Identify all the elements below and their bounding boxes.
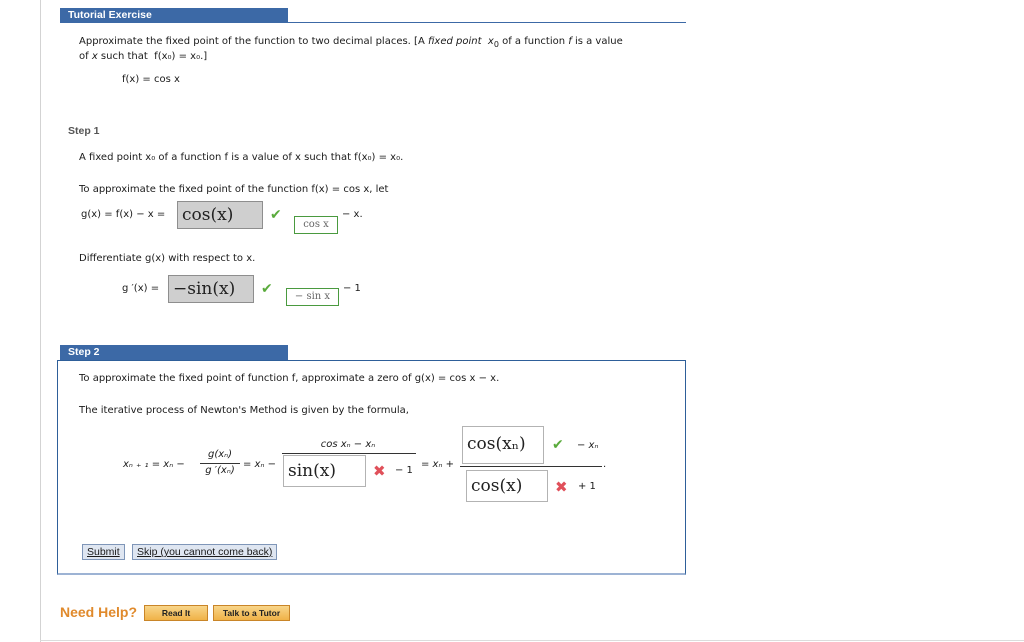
newton-method-text: The iterative process of Newton's Method…	[79, 405, 409, 416]
fixed-point-term: fixed point	[427, 36, 482, 47]
formula-lhs: xₙ ₊ ₁ = xₙ −	[123, 459, 185, 470]
g-correct-answer: cos x	[294, 216, 338, 234]
read-it-button[interactable]: Read It	[144, 605, 208, 621]
page-left-border	[40, 0, 41, 642]
submit-button[interactable]: Submit	[82, 544, 125, 560]
denominator-suffix: − 1	[395, 465, 413, 476]
formula-eq3: = xₙ +	[421, 459, 455, 470]
step2-header: Step 2	[60, 345, 288, 360]
gprime-correct-answer: − sin x	[286, 288, 339, 306]
prompt-text: of	[79, 51, 92, 62]
step1-definition: A fixed point x₀ of a function f is a va…	[79, 152, 404, 163]
frac1-denominator: g ′(xₙ)	[205, 465, 235, 476]
problem-statement-line2: of x such that f(x₀) = x₀.]	[79, 50, 207, 64]
talk-to-tutor-button[interactable]: Talk to a Tutor	[213, 605, 290, 621]
skip-button[interactable]: Skip (you cannot come back)	[132, 544, 278, 560]
header-divider	[60, 22, 686, 23]
frac2-numerator: cos xₙ − xₙ	[320, 439, 376, 450]
correct-check-icon: ✔	[261, 281, 273, 297]
prompt-text: is a value	[571, 36, 623, 47]
frac1-numerator: g(xₙ)	[207, 449, 233, 460]
tutorial-exercise-header: Tutorial Exercise	[60, 8, 288, 23]
gprime-answer-field[interactable]: −sin(x)	[168, 275, 254, 303]
step1-approx-text: To approximate the fixed point of the fu…	[79, 184, 389, 195]
numerator-answer-field[interactable]: cos(xₙ)	[462, 426, 544, 464]
need-help-label: Need Help?	[60, 604, 138, 620]
g-definition-suffix: − x.	[342, 209, 363, 220]
g-answer-field[interactable]: cos(x)	[177, 201, 263, 229]
denominator2-suffix: + 1	[578, 481, 596, 492]
page-bottom-border	[40, 640, 1024, 641]
g-definition-prefix: g(x) = f(x) − x =	[81, 209, 166, 220]
gprime-suffix: − 1	[343, 283, 361, 294]
prompt-text: Approximate the fixed point of the funct…	[79, 36, 428, 47]
correct-check-icon: ✔	[270, 207, 282, 223]
differentiate-text: Differentiate g(x) with respect to x.	[79, 253, 256, 264]
formula-period: .	[603, 459, 607, 470]
formula-eq2: = xₙ −	[243, 459, 277, 470]
incorrect-cross-icon: ✖	[373, 462, 386, 480]
frac3-bar	[460, 466, 602, 467]
step2-intro: To approximate the fixed point of functi…	[79, 373, 500, 384]
prompt-text: of a function	[498, 36, 569, 47]
numerator-suffix: − xₙ	[577, 440, 599, 451]
gprime-prefix: g ′(x) =	[122, 283, 160, 294]
denominator-answer-field[interactable]: sin(x)	[283, 455, 366, 487]
prompt-text: such that	[97, 51, 151, 62]
correct-check-icon: ✔	[552, 437, 564, 453]
incorrect-cross-icon: ✖	[555, 478, 568, 496]
fixed-point-equation: f(x₀) = x₀.]	[154, 51, 208, 62]
step1-label: Step 1	[68, 125, 100, 137]
frac2-bar	[282, 453, 416, 454]
function-display: f(x) = cos x	[122, 74, 180, 85]
denominator2-answer-field[interactable]: cos(x)	[466, 470, 548, 502]
